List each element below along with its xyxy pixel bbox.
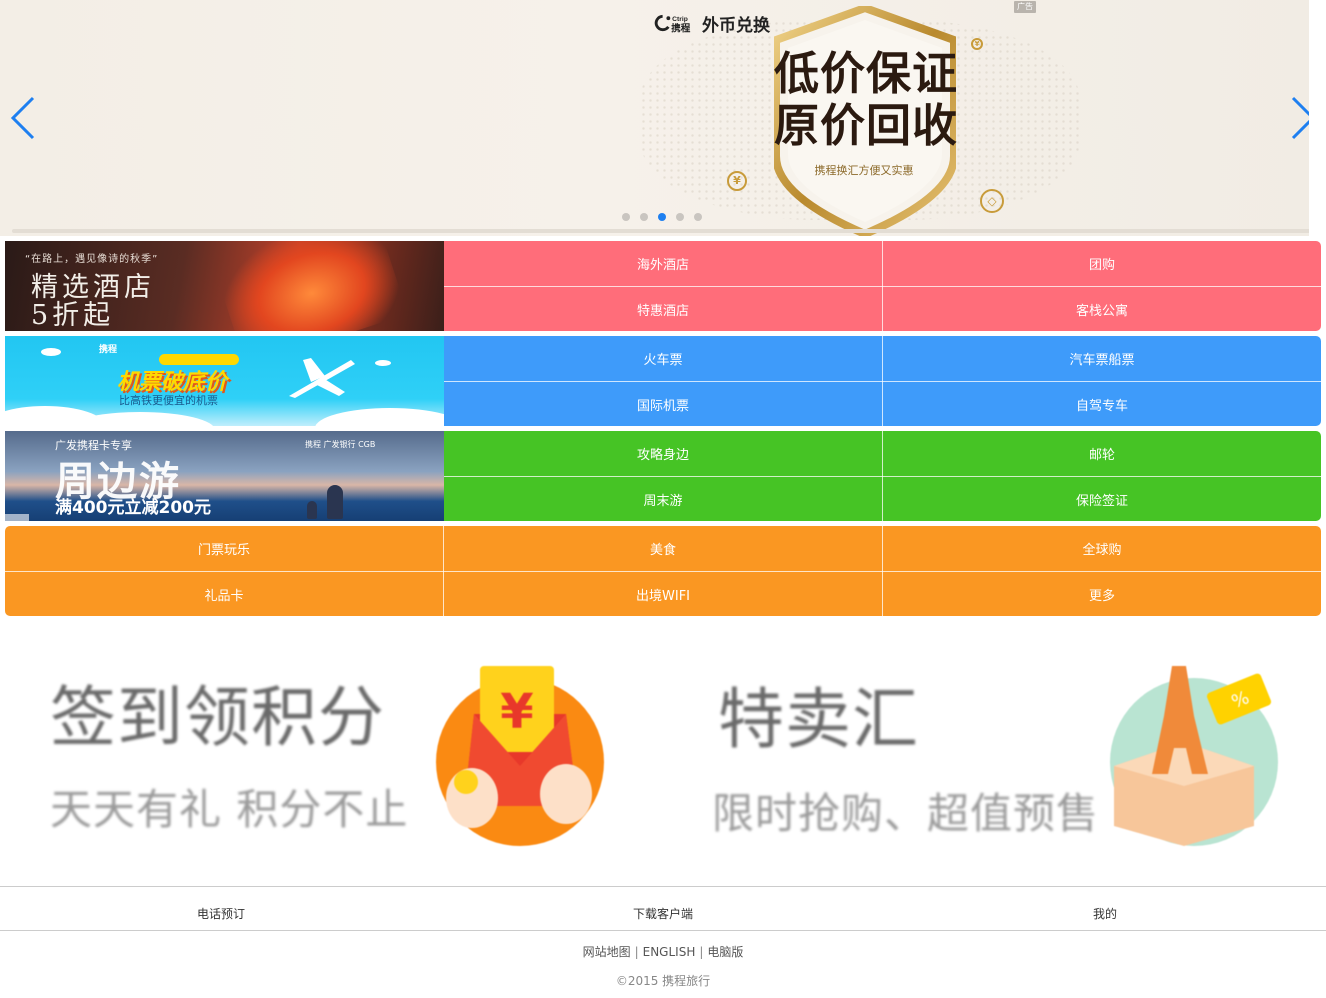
link-bus-ferry-ticket[interactable]: 汽车票船票 <box>883 336 1321 381</box>
banner-headline-line1: 低价保证 <box>773 47 958 100</box>
link-weekend-trip[interactable]: 周末游 <box>444 477 882 521</box>
yen-coin-icon: ¥ <box>727 171 747 191</box>
download-app-link[interactable]: 下载客户端 <box>563 887 763 931</box>
ad-corner-badge <box>5 419 29 426</box>
ctrip-logo: Ctrip 携程 <box>654 12 698 34</box>
travel-links: 攻略身边 邮轮 周末游 保险签证 <box>444 431 1321 521</box>
hotel-promo-banner[interactable]: “在路上，遇见像诗的秋季” 精选酒店 5折起 <box>5 241 444 331</box>
flight-promo-banner[interactable]: 携程 机票破底价 比高铁更便宜的机票 <box>5 336 444 426</box>
banner-brand: Ctrip 携程 外币兑换 <box>654 10 770 36</box>
link-gift-card[interactable]: 礼品卡 <box>5 572 443 616</box>
divider <box>444 381 1321 382</box>
hotel-row: “在路上，遇见像诗的秋季” 精选酒店 5折起 海外酒店 团购 特惠酒店 客栈公寓 <box>5 241 1321 331</box>
ad-badge: 广告 <box>1014 1 1036 13</box>
carousel-dot[interactable] <box>694 213 702 221</box>
carousel-dot[interactable] <box>622 213 630 221</box>
separator: | <box>634 945 639 959</box>
red-envelope-icon: ¥ <box>436 666 604 846</box>
link-global-shopping[interactable]: 全球购 <box>883 526 1321 571</box>
banner-right-gutter <box>1309 0 1326 236</box>
flight-promo-logo: 携程 <box>99 345 118 355</box>
divider <box>5 571 1321 572</box>
separator: | <box>699 945 704 959</box>
link-car-rental[interactable]: 自驾专车 <box>883 382 1321 426</box>
link-more[interactable]: 更多 <box>883 572 1321 616</box>
footer-links: 网站地图 | ENGLISH | 电脑版 <box>0 943 1326 960</box>
carousel-dots <box>622 213 702 221</box>
carousel-dot[interactable] <box>676 213 684 221</box>
english-link[interactable]: ENGLISH <box>643 945 696 959</box>
more-row: 门票玩乐 美食 全球购 礼品卡 出境WIFI 更多 <box>5 526 1321 616</box>
banner-brand-text: 外币兑换 <box>702 15 770 36</box>
travel-promo-logos: 携程 广发银行 CGB <box>305 440 376 449</box>
banner-headline-line2: 原价回收 <box>773 99 958 152</box>
page: Ctrip 携程 外币兑换 广告 低价保证 原价回收 携程换汇方便又实惠 ¥ ¥… <box>0 0 1326 998</box>
hotel-promo-line2: 5折起 <box>31 300 115 331</box>
transport-links: 火车票 汽车票船票 国际机票 自驾专车 <box>444 336 1321 426</box>
hotel-links: 海外酒店 团购 特惠酒店 客栈公寓 <box>444 241 1321 331</box>
sitemap-link[interactable]: 网站地图 <box>583 945 631 959</box>
banner-carousel[interactable]: Ctrip 携程 外币兑换 广告 低价保证 原价回收 携程换汇方便又实惠 ¥ ¥… <box>0 0 1326 236</box>
carousel-dot-active[interactable] <box>658 213 666 221</box>
checkin-title: 签到领积分 <box>50 679 385 756</box>
link-outbound-wifi[interactable]: 出境WIFI <box>444 572 882 616</box>
svg-text:¥: ¥ <box>500 684 533 740</box>
promotions: 签到领积分 天天有礼 积分不止 ¥ 特卖汇 限时抢购、超值预售 % <box>0 626 1326 876</box>
carousel-prev-button[interactable] <box>8 94 38 142</box>
travel-row: 广发携程卡专享 周边游 满400元立减200元 携程 广发银行 CGB 攻略身边… <box>5 431 1321 521</box>
travel-promo-banner[interactable]: 广发携程卡专享 周边游 满400元立减200元 携程 广发银行 CGB <box>5 431 444 521</box>
link-group-buy[interactable]: 团购 <box>883 241 1321 286</box>
horizontal-scrollbar[interactable] <box>12 229 1312 233</box>
footer-nav: 电话预订 下载客户端 我的 <box>0 886 1326 931</box>
sale-title: 特卖汇 <box>718 681 919 758</box>
link-local-guide[interactable]: 攻略身边 <box>444 431 882 476</box>
sale-subtitle: 限时抢购、超值预售 <box>712 789 1100 838</box>
travel-promo-deal: 满400元立减200元 <box>55 498 211 518</box>
link-train-ticket[interactable]: 火车票 <box>444 336 882 381</box>
copyright: ©2015 携程旅行 <box>615 974 711 988</box>
desktop-version-link[interactable]: 电脑版 <box>707 945 743 959</box>
small-coin-icon: ¥ <box>971 38 983 50</box>
coin-icon: ◇ <box>980 189 1004 213</box>
link-insurance-visa[interactable]: 保险签证 <box>883 477 1321 521</box>
flight-promo-sub: 比高铁更便宜的机票 <box>119 394 218 407</box>
child-silhouette <box>307 501 317 519</box>
link-food[interactable]: 美食 <box>444 526 882 571</box>
maple-leaf-image <box>212 241 408 331</box>
airplane-icon <box>289 358 355 398</box>
ad-corner-badge <box>5 514 29 521</box>
my-account-link[interactable]: 我的 <box>1005 887 1205 931</box>
cloud-shape <box>315 408 444 426</box>
phone-booking-link[interactable]: 电话预订 <box>121 887 321 931</box>
svg-text:携程: 携程 <box>671 23 691 34</box>
person-silhouette <box>327 485 343 519</box>
banner-subline: 携程换汇方便又实惠 <box>814 164 914 177</box>
cloud-shape <box>41 348 61 356</box>
svg-text:Ctrip: Ctrip <box>672 16 688 23</box>
eiffel-gift-box-icon: % <box>1110 666 1278 846</box>
flight-row: 携程 机票破底价 比高铁更便宜的机票 火车票 汽车票船票 国际机票 自驾专车 <box>5 336 1321 426</box>
link-cruise[interactable]: 邮轮 <box>883 431 1321 476</box>
cloud-shape <box>375 360 391 366</box>
chevron-left-icon <box>10 96 35 140</box>
link-overseas-hotel[interactable]: 海外酒店 <box>444 241 882 286</box>
carousel-dot[interactable] <box>640 213 648 221</box>
link-discount-hotel[interactable]: 特惠酒店 <box>444 287 882 331</box>
more-links: 门票玩乐 美食 全球购 礼品卡 出境WIFI 更多 <box>5 526 1321 616</box>
divider <box>444 476 1321 477</box>
link-international-flight[interactable]: 国际机票 <box>444 382 882 426</box>
banner-headline: 低价保证 原价回收 <box>766 48 966 152</box>
link-tickets-activities[interactable]: 门票玩乐 <box>5 526 443 571</box>
checkin-subtitle: 天天有礼 积分不止 <box>50 785 409 834</box>
link-inn-apartment[interactable]: 客栈公寓 <box>883 287 1321 331</box>
hotel-promo-quote: “在路上，遇见像诗的秋季” <box>25 254 159 265</box>
divider <box>444 286 1321 287</box>
